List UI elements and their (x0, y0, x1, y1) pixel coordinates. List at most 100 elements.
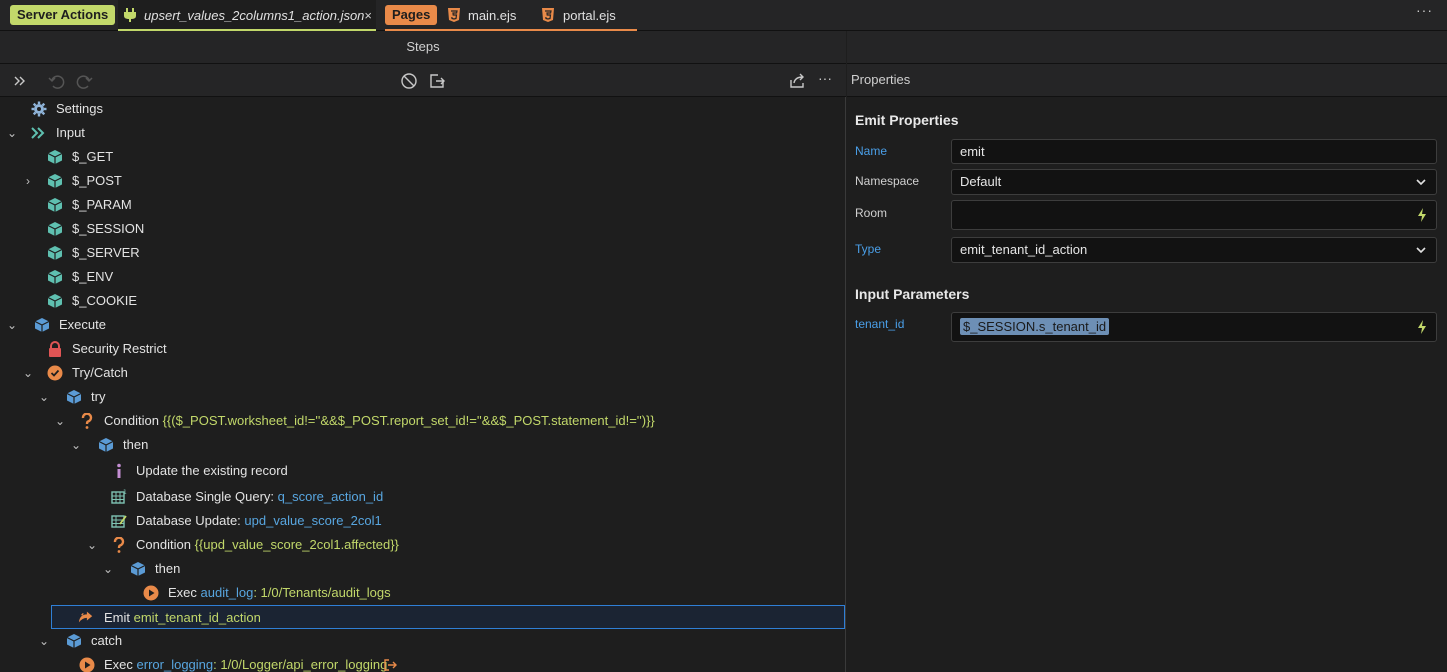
name-field[interactable]: emit (951, 139, 1437, 164)
properties-title: Properties (847, 64, 1447, 97)
room-label: Room (855, 206, 888, 220)
step-name: emit_tenant_id_action (133, 610, 261, 625)
chevron-down-icon[interactable]: ⌄ (86, 533, 98, 557)
cube-icon (47, 246, 63, 260)
tab-portal-ejs-label: portal.ejs (563, 8, 616, 23)
chevron-down-icon[interactable]: ⌄ (6, 121, 18, 145)
tree-label: Settings (56, 101, 103, 116)
tree-item-env[interactable]: $_ENV (0, 265, 846, 289)
tree-item-execute[interactable]: ⌄ Execute (0, 313, 846, 337)
tree-label: Database Single Query: q_score_action_id (136, 485, 383, 509)
chevron-down-icon[interactable]: ⌄ (38, 629, 50, 653)
steps-more-menu[interactable]: ··· (818, 70, 832, 86)
chevron-down-icon[interactable]: ⌄ (6, 313, 18, 337)
tree-item-settings[interactable]: Settings (0, 97, 846, 121)
tree-item-comment[interactable]: Update the existing record (0, 459, 846, 483)
namespace-select[interactable]: Default (951, 169, 1437, 195)
tree-label: then (155, 561, 181, 576)
tree-item-db-single-query[interactable]: 1 Database Single Query: q_score_action_… (0, 485, 846, 509)
tree-label: try (91, 389, 106, 404)
lightning-icon[interactable] (1417, 208, 1427, 222)
table-edit-icon (111, 515, 127, 528)
tab-portal-ejs[interactable]: portal.ejs (541, 0, 637, 31)
tree-item-catch[interactable]: ⌄ catch (0, 629, 846, 653)
tab-main-ejs[interactable]: main.ejs (447, 0, 537, 31)
properties-panel: Properties Emit Properties Name emit Nam… (847, 31, 1447, 672)
share-icon[interactable] (788, 72, 806, 90)
tree-label: Exec error_logging: 1/0/Logger/api_error… (104, 653, 387, 672)
cube-outline-icon (66, 634, 82, 648)
lightning-icon[interactable] (1417, 320, 1427, 334)
move-out-icon[interactable] (428, 72, 446, 90)
tree-item-cookie[interactable]: $_COOKIE (0, 289, 846, 313)
tree-item-condition-1[interactable]: ⌄ Condition {{($_POST.worksheet_id!=''&&… (0, 409, 846, 433)
step-type-label: Exec (168, 585, 197, 600)
type-select[interactable]: emit_tenant_id_action (951, 237, 1437, 263)
tree-item-post[interactable]: › $_POST (0, 169, 846, 193)
tree-item-trycatch[interactable]: ⌄ Try/Catch (0, 361, 846, 385)
tree-item-session[interactable]: $_SESSION (0, 217, 846, 241)
tenant-id-field[interactable]: $_SESSION.s_tenant_id (951, 312, 1437, 342)
cube-icon (47, 174, 63, 188)
chevron-right-icon[interactable]: › (22, 169, 34, 193)
close-tab-icon[interactable]: × (364, 0, 372, 31)
namespace-value: Default (960, 174, 1002, 189)
cube-outline-icon (34, 318, 50, 332)
room-field[interactable] (951, 200, 1437, 230)
condition-expression: {{upd_value_score_2col1.affected}} (194, 537, 399, 552)
tree-item-param[interactable]: $_PARAM (0, 193, 846, 217)
tab-action-json[interactable]: upsert_values_2columns1_action.json × (118, 0, 376, 31)
tab-bar: Server Actions upsert_values_2columns1_a… (0, 0, 1447, 31)
chevron-down-icon[interactable]: ⌄ (38, 385, 50, 409)
tree-item-emit-selected[interactable]: Emit emit_tenant_id_action (51, 605, 845, 629)
chevron-down-icon (1416, 179, 1426, 186)
steps-panel: Steps ··· Settings ⌄ Input $_GET › $_POS… (0, 31, 846, 672)
tree-item-then-2[interactable]: ⌄ then (0, 557, 846, 581)
info-icon (117, 463, 121, 478)
tree-item-db-update[interactable]: Database Update: upd_value_score_2col1 (0, 509, 846, 533)
step-name: error_logging (136, 657, 214, 672)
tree-item-input[interactable]: ⌄ Input (0, 121, 846, 145)
tree-item-exec-audit-log[interactable]: Exec audit_log: 1/0/Tenants/audit_logs (0, 581, 846, 605)
tree-label: Condition {{upd_value_score_2col1.affect… (136, 533, 399, 557)
server-actions-tab-group[interactable]: Server Actions (10, 5, 116, 25)
disable-step-icon[interactable] (400, 72, 418, 90)
input-icon (31, 127, 45, 139)
chevron-down-icon[interactable]: ⌄ (70, 433, 82, 457)
tab-action-json-label: upsert_values_2columns1_action.json (144, 8, 365, 23)
tree-item-then-1[interactable]: ⌄ then (0, 433, 846, 457)
tree-label: then (123, 437, 149, 452)
tree-item-condition-2[interactable]: ⌄ Condition {{upd_value_score_2col1.affe… (0, 533, 846, 557)
chevron-down-icon[interactable]: ⌄ (54, 409, 66, 433)
tree-item-security-restrict[interactable]: Security Restrict (0, 337, 846, 361)
cube-icon (47, 198, 63, 212)
tree-label: Condition {{($_POST.worksheet_id!=''&&$_… (104, 409, 655, 433)
tree-label: $_SERVER (72, 245, 140, 260)
tree-label: $_POST (72, 173, 122, 188)
expand-panel-icon[interactable] (11, 72, 29, 90)
chevron-down-icon[interactable]: ⌄ (102, 557, 114, 581)
cube-icon (47, 294, 63, 308)
tree-label: $_COOKIE (72, 293, 138, 308)
tree-item-exec-error-logging[interactable]: Exec error_logging: 1/0/Logger/api_error… (0, 653, 846, 672)
tab-overflow-menu[interactable]: ··· (1416, 2, 1433, 18)
redo-icon[interactable] (76, 72, 94, 90)
tree-label: Emit emit_tenant_id_action (104, 606, 261, 630)
tree-item-get[interactable]: $_GET (0, 145, 846, 169)
pages-tab-group[interactable]: Pages (385, 5, 438, 25)
tree-item-try[interactable]: ⌄ try (0, 385, 846, 409)
lock-icon (49, 341, 61, 357)
steps-title: Steps (0, 31, 846, 64)
undo-icon[interactable] (47, 72, 65, 90)
step-name: upd_value_score_2col1 (244, 513, 382, 528)
tree-label: $_GET (72, 149, 114, 164)
tree-item-server[interactable]: $_SERVER (0, 241, 846, 265)
properties-header-spacer (847, 31, 1447, 64)
cube-outline-icon (98, 438, 114, 452)
tree-label: $_SESSION (72, 221, 145, 236)
step-name: audit_log (200, 585, 254, 600)
chevron-down-icon[interactable]: ⌄ (22, 361, 34, 385)
tree-label: catch (91, 633, 123, 648)
exit-icon (384, 659, 397, 671)
tree-label: Try/Catch (72, 365, 128, 380)
